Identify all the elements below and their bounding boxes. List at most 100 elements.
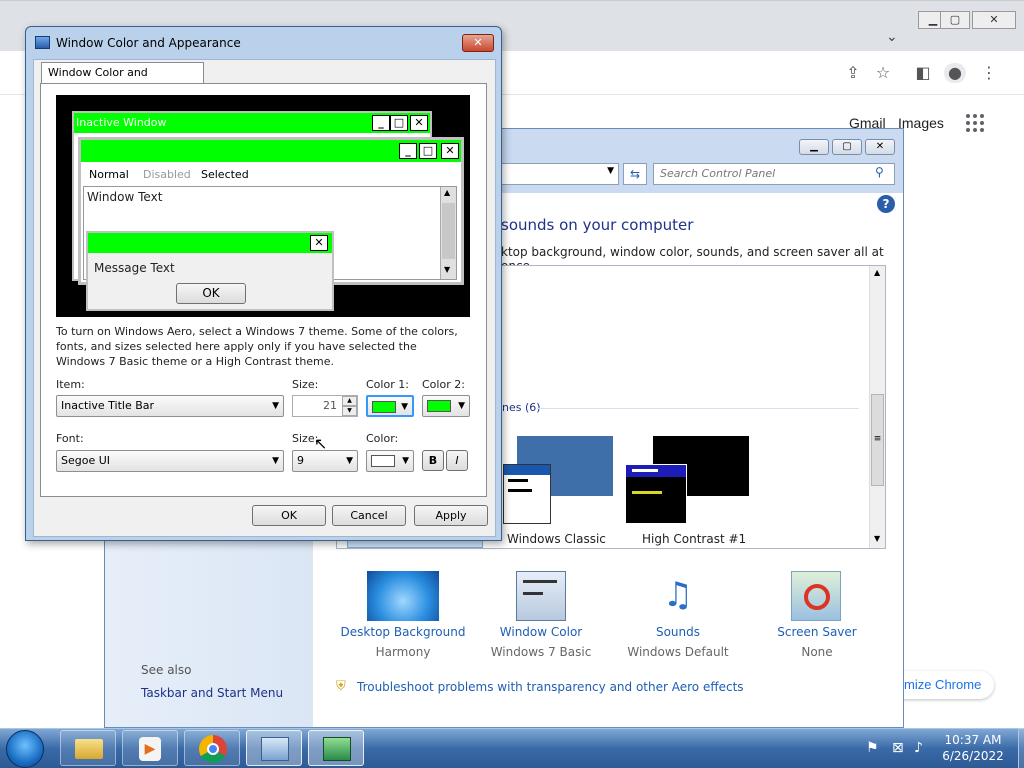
chrome-close-button[interactable]: ✕ bbox=[972, 11, 1016, 29]
ok-button[interactable]: OK bbox=[252, 505, 326, 526]
side-panel-icon[interactable]: ◧ bbox=[912, 63, 934, 83]
bold-button[interactable]: B bbox=[422, 450, 444, 471]
chevron-down-icon: ▼ bbox=[458, 401, 465, 411]
chevron-down-icon: ▼ bbox=[272, 401, 279, 411]
show-desktop-button[interactable] bbox=[1018, 728, 1024, 768]
item-dropdown-value: Inactive Title Bar bbox=[61, 399, 155, 412]
theme-label-high-contrast[interactable]: High Contrast #1 bbox=[642, 532, 746, 546]
desktop-background-value: Harmony bbox=[375, 645, 431, 659]
italic-button[interactable]: I bbox=[446, 450, 468, 471]
taskbar-chrome-icon[interactable] bbox=[184, 730, 240, 766]
tab-search-chevron-icon[interactable]: ⌄ bbox=[886, 29, 898, 45]
taskbar-control-panel-icon[interactable] bbox=[246, 730, 302, 766]
color2-label: Color 2: bbox=[422, 378, 465, 391]
preview-scrollbar[interactable]: ▲ ▼ bbox=[440, 187, 456, 279]
sounds-value: Windows Default bbox=[627, 645, 729, 659]
see-also-label: See also bbox=[141, 663, 192, 677]
theme-thumb-windows-classic-window bbox=[503, 464, 551, 524]
preview-close-icon: ✕ bbox=[410, 115, 428, 131]
chrome-maximize-button[interactable]: ▢ bbox=[940, 11, 970, 29]
font-dropdown[interactable]: Segoe UI ▼ bbox=[56, 450, 284, 472]
start-button[interactable] bbox=[6, 730, 44, 768]
taskbar-media-player-icon[interactable]: ▶ bbox=[122, 730, 178, 766]
search-control-panel-input[interactable]: Search Control Panel bbox=[653, 163, 895, 185]
taskbar-window-color-icon[interactable] bbox=[308, 730, 364, 766]
customize-chrome-button[interactable]: mize Chrome bbox=[890, 671, 994, 699]
taskbar-start-menu-link[interactable]: Taskbar and Start Menu bbox=[141, 686, 283, 700]
chevron-down-icon: ▼ bbox=[401, 402, 408, 412]
refresh-icon[interactable]: ⇆ bbox=[623, 163, 647, 185]
dialog-close-button[interactable]: ✕ bbox=[462, 34, 494, 52]
preview-scroll-up-icon: ▲ bbox=[444, 188, 451, 197]
cp-minimize-button[interactable]: ▁ bbox=[799, 139, 829, 155]
desktop-background-link[interactable]: Desktop Background bbox=[331, 625, 475, 639]
screen-saver-link[interactable]: Screen Saver bbox=[747, 625, 887, 639]
font-color-swatch bbox=[371, 455, 395, 467]
taskbar-clock[interactable]: 10:37 AM 6/26/2022 bbox=[930, 732, 1016, 764]
dialog-app-icon bbox=[35, 36, 50, 49]
preview-active-minimize-icon: _ bbox=[399, 143, 417, 159]
aero-description: To turn on Windows Aero, select a Window… bbox=[56, 325, 458, 368]
font-color-picker[interactable]: ▼ bbox=[366, 450, 414, 472]
cp-close-button[interactable]: ✕ bbox=[865, 139, 895, 155]
appearance-preview[interactable]: Inactive Window _ □ ✕ _ □ ✕ Normal Disab… bbox=[56, 95, 470, 317]
theme-label-windows-classic[interactable]: Windows Classic bbox=[507, 532, 606, 546]
size-up-icon[interactable]: ▲ bbox=[342, 396, 357, 406]
help-icon[interactable]: ? bbox=[877, 195, 895, 213]
taskbar-explorer-icon[interactable] bbox=[60, 730, 116, 766]
preview-message-text: Message Text bbox=[94, 261, 175, 275]
action-center-icon[interactable]: ⚑ bbox=[866, 740, 879, 756]
chrome-menu-icon[interactable]: ⋮ bbox=[978, 63, 1000, 83]
item-dropdown[interactable]: Inactive Title Bar ▼ bbox=[56, 395, 284, 417]
google-apps-icon[interactable] bbox=[966, 114, 986, 134]
scroll-thumb[interactable]: ≡ bbox=[871, 394, 884, 486]
font-size-value: 9 bbox=[297, 454, 304, 467]
sounds-link[interactable]: Sounds bbox=[608, 625, 748, 639]
color2-picker[interactable]: ▼ bbox=[422, 395, 470, 417]
address-dropdown-icon[interactable]: ▼ bbox=[607, 166, 614, 176]
volume-icon[interactable]: ♪ bbox=[914, 740, 923, 756]
scroll-up-icon[interactable]: ▲ bbox=[874, 268, 880, 277]
preview-menu-selected[interactable]: Selected bbox=[201, 168, 249, 181]
preview-message-box[interactable]: ✕ Message Text OK bbox=[86, 231, 334, 311]
cp-maximize-button[interactable]: ▢ bbox=[832, 139, 862, 155]
window-color-link[interactable]: Window Color bbox=[471, 625, 611, 639]
themes-scrollbar[interactable]: ▲ ≡ ▼ bbox=[869, 266, 885, 548]
apply-button[interactable]: Apply bbox=[414, 505, 488, 526]
troubleshoot-link[interactable]: Troubleshoot problems with transparency … bbox=[357, 680, 744, 694]
preview-ok-button[interactable]: OK bbox=[176, 283, 246, 304]
mouse-cursor-icon: ↖ bbox=[314, 434, 328, 453]
font-dropdown-value: Segoe UI bbox=[61, 454, 111, 467]
chevron-down-icon: ▼ bbox=[402, 456, 409, 466]
themes-group-label: nes (6) bbox=[502, 401, 541, 414]
cancel-button[interactable]: Cancel bbox=[332, 505, 406, 526]
screen-saver-icon[interactable] bbox=[791, 571, 841, 621]
search-icon[interactable]: ⚲ bbox=[875, 165, 884, 179]
clock-date: 6/26/2022 bbox=[942, 749, 1004, 763]
profile-avatar-icon[interactable]: ● bbox=[944, 63, 966, 83]
desktop-background-icon[interactable] bbox=[367, 571, 439, 621]
color1-label: Color 1: bbox=[366, 378, 409, 391]
share-icon[interactable]: ⇪ bbox=[842, 63, 864, 83]
group-divider bbox=[537, 408, 859, 409]
preview-menu-normal[interactable]: Normal bbox=[89, 168, 129, 181]
font-size-dropdown[interactable]: 9 ▼ bbox=[292, 450, 358, 472]
screen-saver-value: None bbox=[801, 645, 833, 659]
tab-window-color[interactable]: Window Color and Appearance bbox=[41, 62, 204, 99]
cp-heading: sounds on your computer bbox=[501, 216, 694, 234]
color1-picker[interactable]: ▼ bbox=[366, 395, 414, 417]
images-link[interactable]: Images bbox=[898, 115, 944, 131]
scroll-down-icon[interactable]: ▼ bbox=[874, 534, 880, 543]
preview-menu-disabled[interactable]: Disabled bbox=[143, 168, 191, 181]
sounds-icon[interactable]: ♫ bbox=[653, 571, 703, 621]
window-color-icon[interactable] bbox=[516, 571, 566, 621]
window-color-value: Windows 7 Basic bbox=[490, 645, 592, 659]
preview-minimize-icon: _ bbox=[372, 115, 390, 131]
shield-icon: ⛨ bbox=[336, 679, 346, 694]
network-icon[interactable]: ⊠ bbox=[892, 740, 904, 756]
size-down-icon[interactable]: ▼ bbox=[342, 406, 357, 416]
preview-message-titlebar[interactable] bbox=[88, 233, 332, 253]
bookmark-star-icon[interactable]: ☆ bbox=[872, 63, 894, 83]
preview-active-maximize-icon: □ bbox=[419, 143, 437, 159]
item-size-label: Size: bbox=[292, 378, 319, 391]
